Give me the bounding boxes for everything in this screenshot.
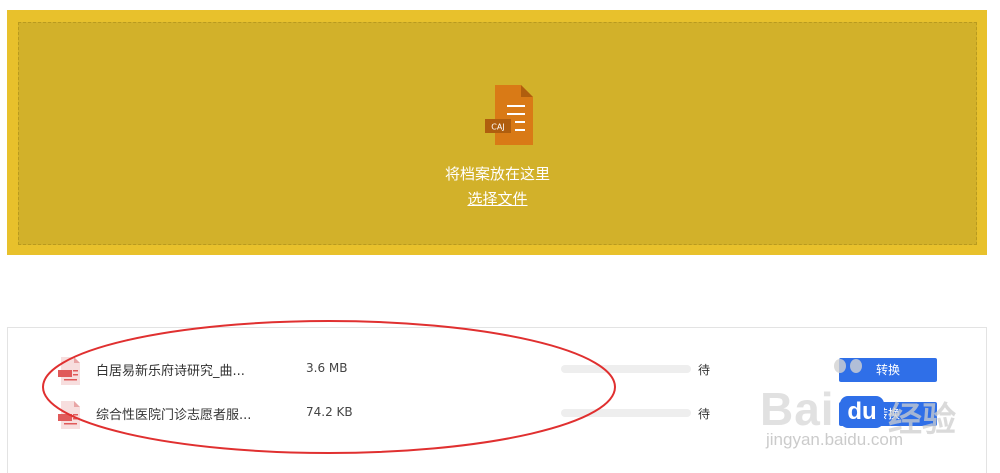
progress-bar [561, 365, 691, 373]
file-size: 3.6 MB [306, 361, 348, 375]
progress-status: 待 [698, 363, 711, 377]
convert-button[interactable]: 转换 [839, 358, 937, 382]
file-dropzone[interactable]: CAJ 将档案放在这里 选择文件 [7, 10, 987, 255]
progress-status: 待 [698, 407, 711, 421]
pdf-file-icon [58, 357, 80, 385]
choose-file-link[interactable]: 选择文件 [19, 188, 976, 209]
caj-icon-label: CAJ [491, 123, 504, 132]
convert-button[interactable]: 转换 [839, 402, 937, 426]
file-row: 综合性医院门诊志愿者服... 74.2 KB 待 转换 [8, 399, 986, 429]
dropzone-inner-area[interactable]: CAJ 将档案放在这里 选择文件 [18, 22, 977, 245]
file-list-panel: 白居易新乐府诗研究_曲... 3.6 MB 待 转换 综合性医院门诊志愿者服..… [7, 327, 987, 473]
file-size: 74.2 KB [306, 405, 353, 419]
pdf-file-icon [58, 401, 80, 429]
file-row: 白居易新乐府诗研究_曲... 3.6 MB 待 转换 [8, 355, 986, 385]
drop-instruction: 将档案放在这里 [444, 165, 550, 183]
file-name: 白居易新乐府诗研究_曲... [96, 364, 245, 379]
caj-file-icon: CAJ [485, 85, 533, 145]
file-name: 综合性医院门诊志愿者服... [96, 408, 252, 423]
progress-bar [561, 409, 691, 417]
